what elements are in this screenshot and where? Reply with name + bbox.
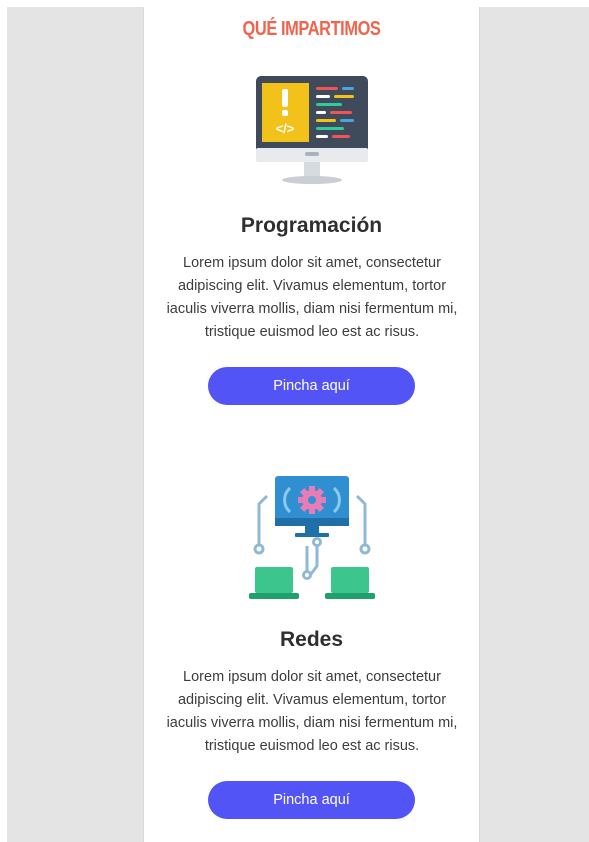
section-description-programacion: Lorem ipsum dolor sit amet, consectetur …	[166, 255, 458, 340]
redes-cta-button[interactable]: Pincha aquí	[208, 781, 415, 819]
content-column: QUÉ IMPARTIMOS </> Programación Lorem ip…	[143, 7, 480, 842]
section-heading: QUÉ IMPARTIMOS	[242, 18, 381, 40]
svg-text:</>: </>	[275, 121, 294, 136]
section-title-redes: Redes	[279, 628, 344, 651]
network-computers-icon	[248, 474, 375, 600]
section-description-redes: Lorem ipsum dolor sit amet, consectetur …	[166, 669, 458, 754]
programacion-cta-button[interactable]: Pincha aquí	[208, 367, 415, 405]
section-title-programacion: Programación	[240, 214, 383, 237]
code-monitor-icon: </>	[255, 76, 368, 188]
